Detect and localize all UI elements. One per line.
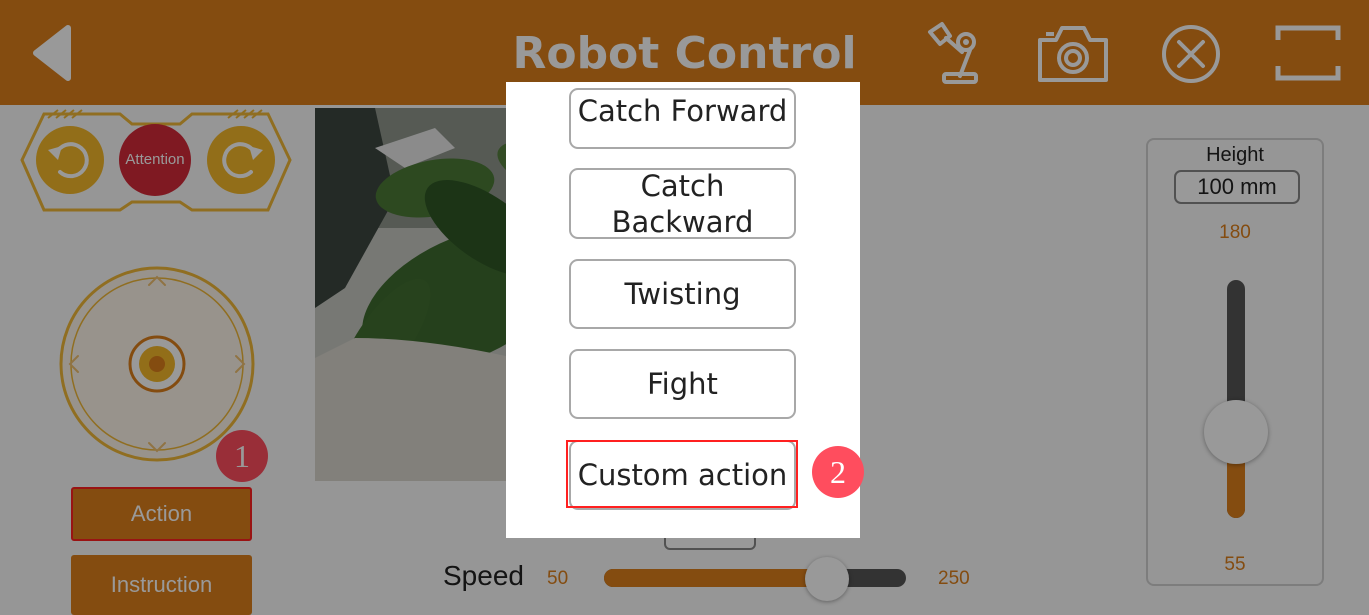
annotation-badge-2: 2 [812, 446, 864, 498]
option-twisting[interactable]: Twisting [569, 259, 796, 329]
option-catch-forward[interactable]: Catch Forward [569, 88, 796, 149]
custom-action-highlight [566, 440, 798, 508]
option-catch-backward[interactable]: Catch Backward [569, 168, 796, 239]
option-fight[interactable]: Fight [569, 349, 796, 419]
